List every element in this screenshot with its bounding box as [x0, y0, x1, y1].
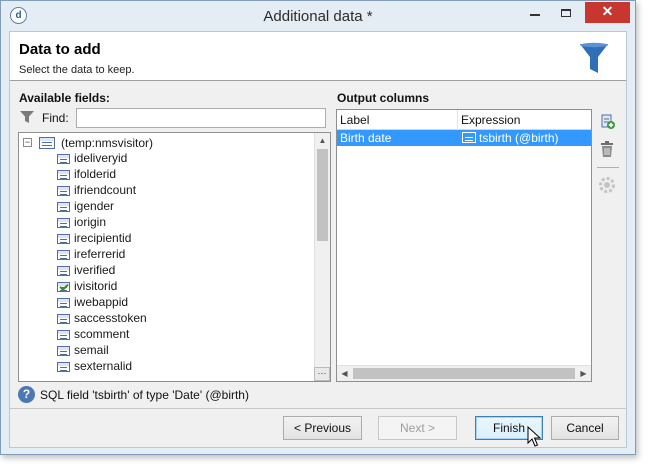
- scroll-up-icon[interactable]: ▲: [315, 133, 330, 148]
- dialog-body: Data to add Select the data to keep. Ava…: [9, 31, 627, 448]
- field-icon: [57, 201, 70, 212]
- minimize-button[interactable]: [521, 2, 549, 23]
- next-button[interactable]: Next >: [378, 416, 457, 440]
- collapse-icon[interactable]: −: [23, 138, 32, 147]
- tree-field-item[interactable]: ifriendcount: [57, 183, 136, 199]
- tree-field-item[interactable]: ivisitorid: [57, 279, 117, 295]
- dialog-header: Data to add Select the data to keep.: [10, 32, 626, 81]
- page-title: Data to add: [19, 41, 101, 58]
- find-label: Find:: [42, 111, 69, 125]
- field-icon: [57, 233, 70, 244]
- footer-divider: [10, 408, 626, 409]
- field-icon: [462, 132, 476, 143]
- available-fields-tree[interactable]: − (temp:nmsvisitor) ideliveryid ifolderi…: [18, 132, 331, 382]
- field-icon: [57, 329, 70, 340]
- field-icon: [57, 185, 70, 196]
- column-divider[interactable]: [457, 110, 458, 130]
- page-subtitle: Select the data to keep.: [19, 64, 135, 76]
- help-icon: ?: [18, 386, 35, 403]
- tree-field-item[interactable]: iorigin: [57, 215, 106, 231]
- status-text: SQL field 'tsbirth' of type 'Date' (@bir…: [40, 388, 249, 402]
- output-horizontal-scrollbar[interactable]: ◀ ▶: [337, 365, 591, 381]
- field-icon: [57, 249, 70, 260]
- previous-button[interactable]: < Previous: [283, 416, 362, 440]
- output-columns-heading: Output columns: [337, 91, 429, 105]
- tree-field-item[interactable]: scomment: [57, 327, 129, 343]
- maximize-icon: [561, 8, 571, 17]
- table-icon: [39, 137, 55, 149]
- field-icon: [57, 313, 70, 324]
- toolbar-separator: [597, 167, 619, 168]
- tree-field-item[interactable]: semail: [57, 343, 109, 359]
- tree-field-item[interactable]: ireferrerid: [57, 247, 125, 263]
- field-icon: [57, 217, 70, 228]
- funnel-icon: [580, 42, 608, 73]
- maximize-button[interactable]: [552, 2, 580, 23]
- output-columns-header: Label Expression: [337, 110, 591, 130]
- field-icon: [57, 345, 70, 356]
- gear-icon[interactable]: [598, 176, 616, 194]
- output-row[interactable]: Birth date tsbirth (@birth): [337, 130, 591, 146]
- field-icon: [57, 297, 70, 308]
- scroll-right-icon[interactable]: ▶: [576, 366, 591, 381]
- tree-field-item[interactable]: igender: [57, 199, 114, 215]
- column-header-expression[interactable]: Expression: [461, 113, 520, 127]
- close-button[interactable]: ✕: [585, 2, 630, 23]
- tree-field-item[interactable]: saccesstoken: [57, 311, 147, 327]
- field-icon: [57, 153, 70, 164]
- filter-icon: [20, 111, 34, 123]
- find-input[interactable]: [76, 108, 326, 128]
- mouse-cursor-icon: [527, 426, 541, 447]
- field-icon: [57, 169, 70, 180]
- tree-field-item[interactable]: iverified: [57, 263, 115, 279]
- field-icon: [57, 265, 70, 276]
- add-column-icon[interactable]: [598, 112, 616, 130]
- tree-field-item[interactable]: sexternalid: [57, 359, 132, 375]
- title-bar[interactable]: d Additional data * ✕: [1, 1, 635, 31]
- column-header-label[interactable]: Label: [340, 113, 369, 127]
- tree-field-item[interactable]: ideliveryid: [57, 151, 127, 167]
- scroll-thumb[interactable]: [317, 149, 328, 241]
- output-row-label: Birth date: [340, 131, 392, 145]
- scroll-thumb[interactable]: [353, 368, 575, 379]
- trash-icon[interactable]: [598, 140, 616, 158]
- tree-vertical-scrollbar[interactable]: ▲: [314, 133, 330, 381]
- cancel-button[interactable]: Cancel: [551, 416, 619, 440]
- minimize-icon: [530, 13, 540, 16]
- additional-data-window: d Additional data * ✕ Data to add Select…: [0, 0, 636, 455]
- more-options-button[interactable]: ⋯: [314, 367, 330, 381]
- field-icon: [57, 361, 70, 372]
- available-fields-heading: Available fields:: [19, 91, 110, 105]
- output-row-expression: tsbirth (@birth): [479, 131, 559, 145]
- tree-root-label: (temp:nmsvisitor): [61, 136, 154, 150]
- tree-field-item[interactable]: iwebappid: [57, 295, 128, 311]
- tree-field-item[interactable]: ifolderid: [57, 167, 116, 183]
- tree-field-item[interactable]: irecipientid: [57, 231, 131, 247]
- output-columns-list[interactable]: Label Expression Birth date tsbirth (@bi…: [336, 109, 592, 382]
- scroll-left-icon[interactable]: ◀: [337, 366, 352, 381]
